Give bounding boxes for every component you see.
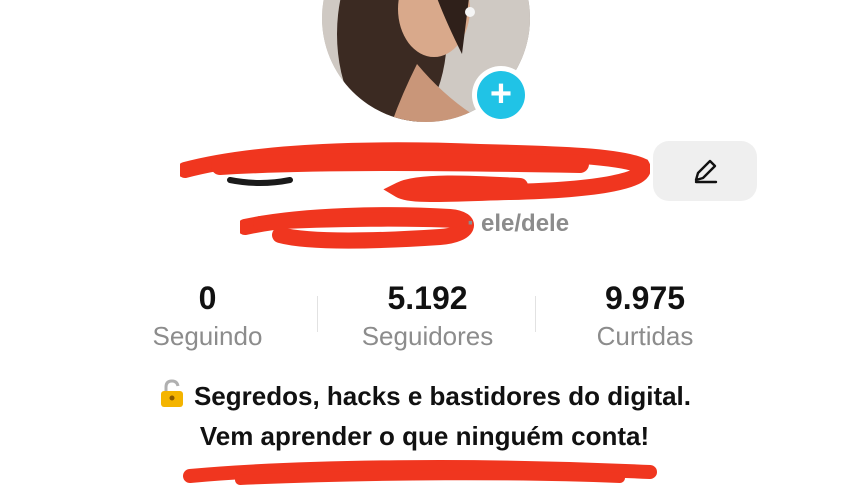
bio-text-1: Segredos, hacks e bastidores do digital. — [193, 381, 692, 411]
pronoun-separator: · — [467, 210, 475, 237]
likes-count: 9.975 — [604, 280, 686, 316]
stat-followers[interactable]: 5.192 Seguidores — [325, 280, 530, 352]
followers-label: Seguidores — [361, 321, 494, 351]
bio-line-1: Segredos, hacks e bastidores do digital. — [0, 376, 849, 416]
following-count: 0 — [198, 280, 217, 316]
display-name-redacted — [180, 140, 650, 204]
profile-stats: 0 Seguindo 5.192 Seguidores 9.975 Curtid… — [100, 280, 750, 360]
bio-text-2: Vem aprender o que ninguém conta! — [199, 421, 650, 451]
stat-likes[interactable]: 9.975 Curtidas — [540, 280, 750, 352]
plus-icon: + — [477, 71, 525, 119]
divider — [317, 296, 318, 332]
edit-profile-button[interactable] — [653, 141, 757, 201]
pronouns: ele/dele — [481, 210, 570, 237]
stat-following[interactable]: 0 Seguindo — [100, 280, 315, 352]
add-story-button[interactable]: + — [472, 66, 530, 124]
profile-avatar-container[interactable]: + — [322, 0, 530, 124]
lock-icon — [160, 379, 183, 407]
pencil-icon — [694, 159, 718, 184]
profile-bio: Segredos, hacks e bastidores do digital.… — [0, 376, 849, 456]
profile-link-redacted[interactable] — [180, 458, 670, 491]
divider — [535, 296, 536, 332]
following-label: Seguindo — [152, 321, 263, 351]
likes-label: Curtidas — [596, 321, 694, 351]
followers-count: 5.192 — [387, 280, 468, 316]
